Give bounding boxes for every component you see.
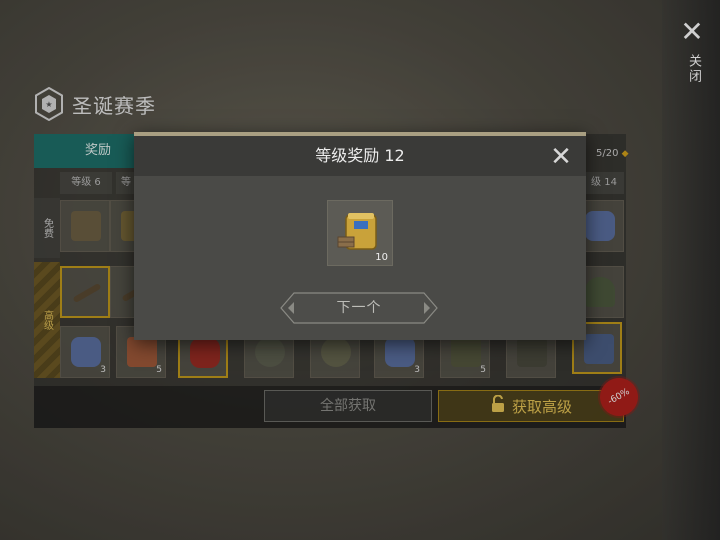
reward-item[interactable]: 10 — [327, 200, 393, 266]
close-label[interactable]: 关闭 — [684, 54, 703, 84]
close-icon[interactable]: ✕ — [680, 18, 704, 46]
next-button[interactable]: 下一个 — [280, 292, 438, 324]
reward-quantity: 10 — [375, 252, 388, 263]
side-close-panel[interactable]: ✕ 关闭 — [662, 0, 720, 540]
next-button-label: 下一个 — [336, 300, 382, 316]
modal-title: 等级奖励 12 — [315, 146, 405, 165]
modal-close-icon[interactable]: ✕ — [548, 144, 574, 170]
level-reward-modal: 等级奖励 12 ✕ 10 下一个 — [134, 132, 586, 340]
